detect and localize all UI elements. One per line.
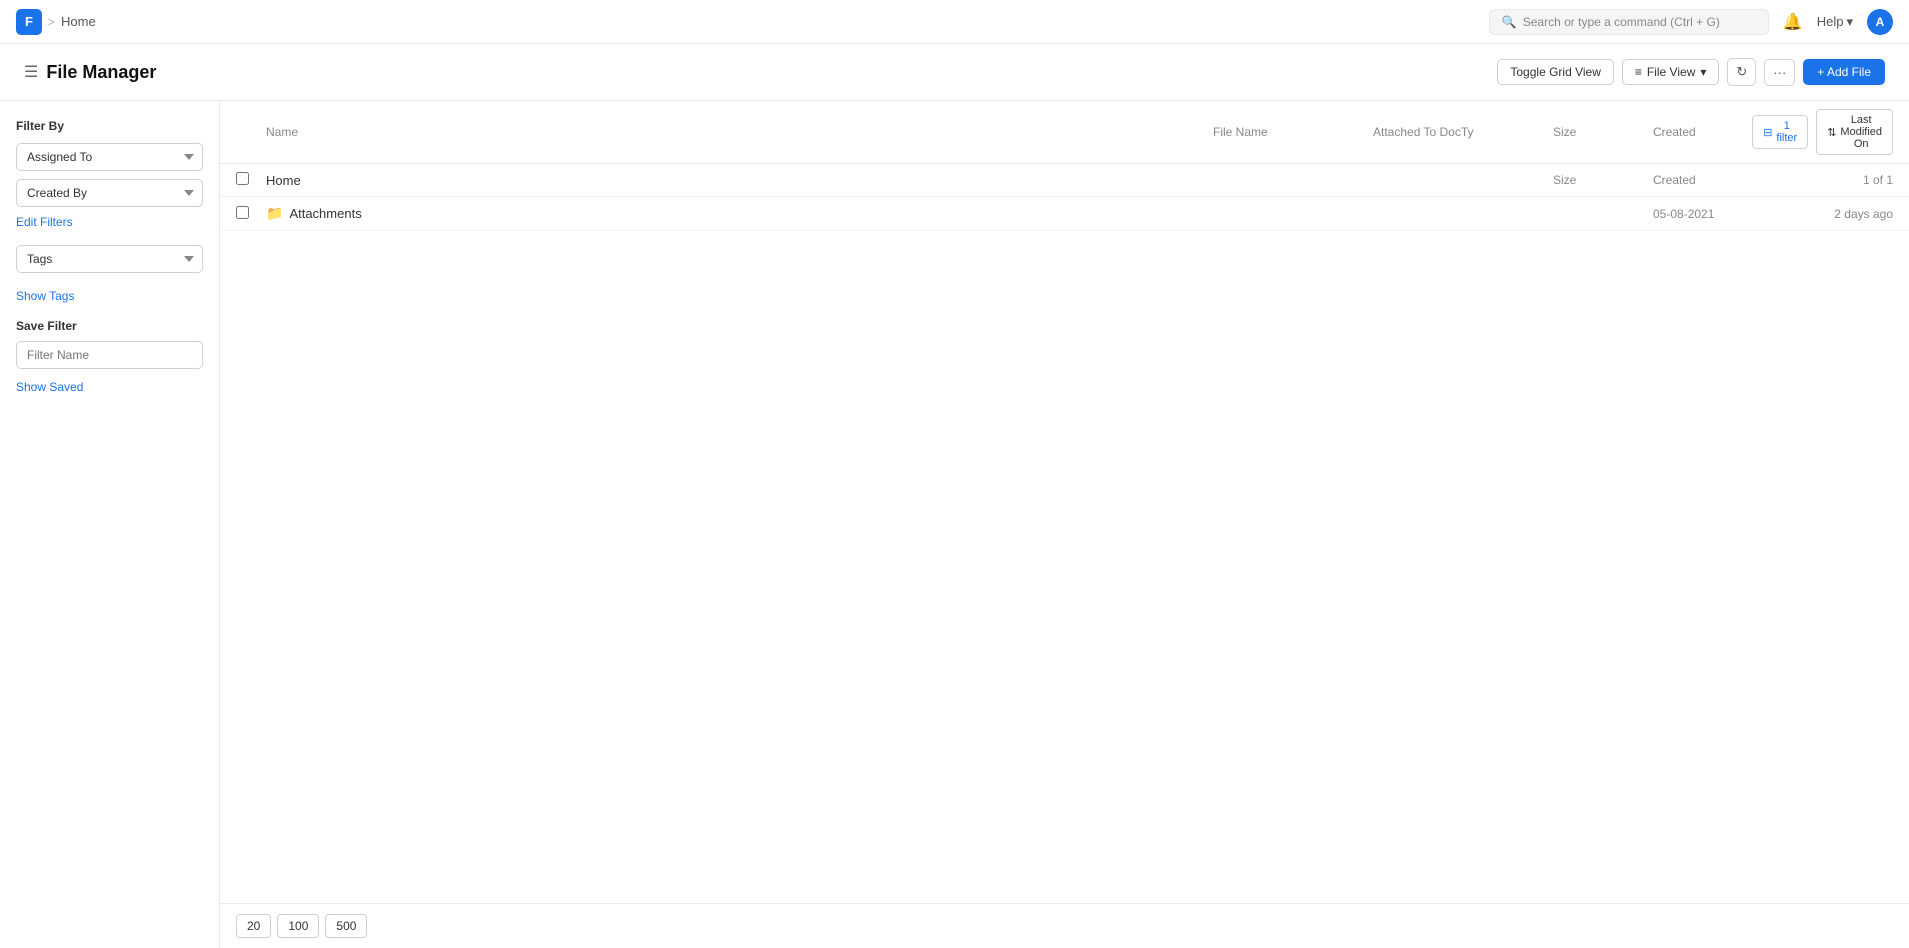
help-label: Help	[1817, 14, 1844, 29]
file-area: Name File Name Attached To DocTy Size Cr…	[220, 101, 1909, 948]
table-row[interactable]: 📁 Attachments 05-08-2021 2 days ago	[220, 197, 1909, 231]
filter-icon: ⊟	[1763, 126, 1772, 139]
col-header-filename: File Name	[1213, 125, 1373, 139]
page-title-wrap: ☰ File Manager	[24, 62, 156, 83]
col-header-size: Size	[1553, 125, 1653, 139]
search-placeholder: Search or type a command (Ctrl + G)	[1523, 15, 1720, 29]
fr-created: 05-08-2021	[1653, 207, 1773, 221]
sort-button[interactable]: ⇅ Last Modified On	[1816, 109, 1893, 155]
show-saved-link[interactable]: Show Saved	[16, 380, 83, 394]
filter-button[interactable]: ⊟ 1 filter	[1752, 115, 1808, 149]
edit-filters-link[interactable]: Edit Filters	[16, 215, 203, 229]
fr-checkbox	[236, 206, 266, 222]
search-bar[interactable]: 🔍 Search or type a command (Ctrl + G)	[1489, 9, 1769, 35]
page-size-500[interactable]: 500	[325, 914, 367, 938]
assigned-to-select[interactable]: Assigned To	[16, 143, 203, 171]
page-size-20[interactable]: 20	[236, 914, 271, 938]
bc-created: Created	[1653, 173, 1773, 187]
list-icon: ≡	[1635, 65, 1642, 79]
save-filter-label: Save Filter	[16, 319, 203, 333]
fr-name: 📁 Attachments	[266, 205, 1213, 222]
tags-section: Tags	[16, 245, 203, 281]
chevron-down-icon: ▾	[1700, 65, 1706, 79]
folder-name-label: Attachments	[289, 206, 361, 221]
col-header-attached: Attached To DocTy	[1373, 125, 1553, 139]
created-by-select[interactable]: Created By	[16, 179, 203, 207]
fr-modified: 2 days ago	[1773, 207, 1893, 221]
folder-icon: 📁	[266, 205, 283, 222]
add-file-button[interactable]: + Add File	[1803, 59, 1885, 85]
tags-select[interactable]: Tags	[16, 245, 203, 273]
filter-name-input[interactable]	[16, 341, 203, 369]
col-header-name: Name	[266, 125, 1213, 139]
col-header-actions: ⊟ 1 filter ⇅ Last Modified On	[1773, 109, 1893, 155]
refresh-button[interactable]: ↻	[1727, 58, 1756, 86]
fr-checkbox-input[interactable]	[236, 206, 249, 219]
filter-count-label: 1 filter	[1776, 120, 1797, 144]
sort-icon: ⇅	[1827, 126, 1836, 139]
show-tags-link[interactable]: Show Tags	[16, 289, 203, 303]
page-header: ☰ File Manager Toggle Grid View ≡ File V…	[0, 44, 1909, 101]
file-view-button[interactable]: ≡ File View ▾	[1622, 59, 1720, 85]
top-nav: F > Home 🔍 Search or type a command (Ctr…	[0, 0, 1909, 44]
breadcrumb-sep: >	[48, 15, 55, 29]
top-nav-right: 🔍 Search or type a command (Ctrl + G) 🔔 …	[1489, 9, 1893, 35]
page-title: File Manager	[46, 62, 156, 83]
main-layout: Filter By Assigned To Created By Edit Fi…	[0, 101, 1909, 948]
bc-count: 1 of 1	[1773, 173, 1893, 187]
bc-size: Size	[1553, 173, 1653, 187]
breadcrumb-row: Home Size Created 1 of 1	[220, 164, 1909, 197]
sort-label: Last Modified On	[1840, 114, 1882, 150]
breadcrumb-home[interactable]: Home	[61, 14, 96, 29]
help-button[interactable]: Help ▾	[1817, 14, 1853, 30]
hamburger-icon[interactable]: ☰	[24, 62, 38, 82]
page-size-100[interactable]: 100	[277, 914, 319, 938]
file-view-label: File View	[1647, 65, 1695, 79]
app-icon[interactable]: F	[16, 9, 42, 35]
chevron-down-icon: ▾	[1846, 14, 1853, 30]
bc-name: Home	[266, 173, 1553, 188]
filter-panel: Filter By Assigned To Created By Edit Fi…	[0, 101, 220, 948]
bc-checkbox-input[interactable]	[236, 172, 249, 185]
file-list-header: Name File Name Attached To DocTy Size Cr…	[220, 101, 1909, 164]
bc-checkbox	[236, 172, 266, 188]
bell-icon[interactable]: 🔔	[1783, 12, 1803, 32]
more-options-button[interactable]: ···	[1764, 59, 1795, 86]
pagination-bar: 20 100 500	[220, 903, 1909, 948]
filter-by-label: Filter By	[16, 119, 203, 133]
toggle-grid-view-button[interactable]: Toggle Grid View	[1497, 59, 1614, 85]
avatar[interactable]: A	[1867, 9, 1893, 35]
search-icon: 🔍	[1502, 15, 1517, 29]
page-actions: Toggle Grid View ≡ File View ▾ ↻ ··· + A…	[1497, 58, 1885, 86]
top-nav-left: F > Home	[16, 9, 96, 35]
file-area-spacer	[220, 231, 1909, 903]
